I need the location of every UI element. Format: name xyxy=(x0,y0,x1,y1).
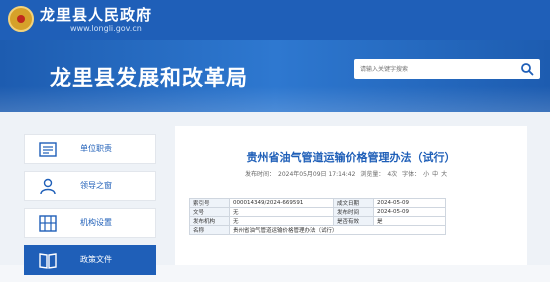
document-icon xyxy=(39,142,57,157)
header-banner: 龙里县发展和改革局 xyxy=(0,40,550,112)
article-panel: 贵州省油气管道运输价格管理办法（试行） 发布时间： 2024年05月09日 17:… xyxy=(175,126,527,265)
article-title: 贵州省油气管道运输价格管理办法（试行） xyxy=(246,151,456,164)
org-chart-icon xyxy=(39,215,57,232)
index-value: 000014349/2024-669591 xyxy=(229,198,334,208)
book-icon xyxy=(39,253,57,269)
sidebar-item-label: 领导之窗 xyxy=(80,181,112,190)
table-row: 文号 无 发布时间 2024-05-09 xyxy=(189,207,446,217)
issuing-org-label: 发布机构 xyxy=(189,216,230,226)
sidebar-item-organization[interactable]: 机构设置 xyxy=(24,208,156,238)
article-meta: 发布时间： 2024年05月09日 17:14:42 浏览量： 4次 字体：小中大 xyxy=(245,169,450,178)
doc-number-value: 无 xyxy=(229,207,334,217)
views-label: 浏览量： xyxy=(360,171,385,178)
government-name[interactable]: 龙里县人民政府 xyxy=(40,4,152,25)
views-count: 4次 xyxy=(387,171,398,178)
document-info-table: 索引号 000014349/2024-669591 成文日期 2024-05-0… xyxy=(189,198,446,235)
validity-label: 是否有效 xyxy=(333,216,374,226)
sidebar-item-leaders[interactable]: 领导之窗 xyxy=(24,171,156,201)
validity-value: 是 xyxy=(373,216,446,226)
search-input[interactable] xyxy=(360,62,510,76)
doc-name-label: 名称 xyxy=(189,225,230,235)
table-row: 索引号 000014349/2024-669591 成文日期 2024-05-0… xyxy=(189,198,446,208)
search-icon[interactable] xyxy=(520,62,534,76)
publish-time: 2024年05月09日 17:14:42 xyxy=(278,171,356,178)
font-large-link[interactable]: 大 xyxy=(441,171,447,178)
sidebar: 单位职责 领导之窗 机构设置 政策文件 xyxy=(24,134,156,282)
index-label: 索引号 xyxy=(189,198,230,208)
national-emblem-icon xyxy=(8,6,34,32)
sidebar-item-label: 单位职责 xyxy=(80,144,112,153)
font-small-link[interactable]: 小 xyxy=(423,171,429,178)
government-url: www.longli.gov.cn xyxy=(70,24,142,33)
sidebar-item-label: 政策文件 xyxy=(80,255,112,264)
search-box xyxy=(354,59,540,79)
issuing-org-value: 无 xyxy=(229,216,334,226)
sidebar-item-responsibilities[interactable]: 单位职责 xyxy=(24,134,156,164)
publish-date-value: 2024-05-09 xyxy=(373,207,446,217)
person-icon xyxy=(40,178,56,195)
written-date-label: 成文日期 xyxy=(333,198,374,208)
font-size-label: 字体： xyxy=(402,171,421,178)
table-row: 名称 贵州省油气管道运输价格管理办法（试行） xyxy=(189,225,446,235)
publish-date-label: 发布时间 xyxy=(333,207,374,217)
bureau-name: 龙里县发展和改革局 xyxy=(50,66,248,90)
table-row: 发布机构 无 是否有效 是 xyxy=(189,216,446,226)
font-medium-link[interactable]: 中 xyxy=(432,171,438,178)
written-date-value: 2024-05-09 xyxy=(373,198,446,208)
publish-label: 发布时间： xyxy=(245,171,276,178)
top-bar: 龙里县人民政府 www.longli.gov.cn xyxy=(0,0,550,40)
sidebar-item-label: 机构设置 xyxy=(80,218,112,227)
sidebar-item-policy-documents[interactable]: 政策文件 xyxy=(24,245,156,275)
doc-number-label: 文号 xyxy=(189,207,230,217)
doc-name-value: 贵州省油气管道运输价格管理办法（试行） xyxy=(229,225,446,235)
